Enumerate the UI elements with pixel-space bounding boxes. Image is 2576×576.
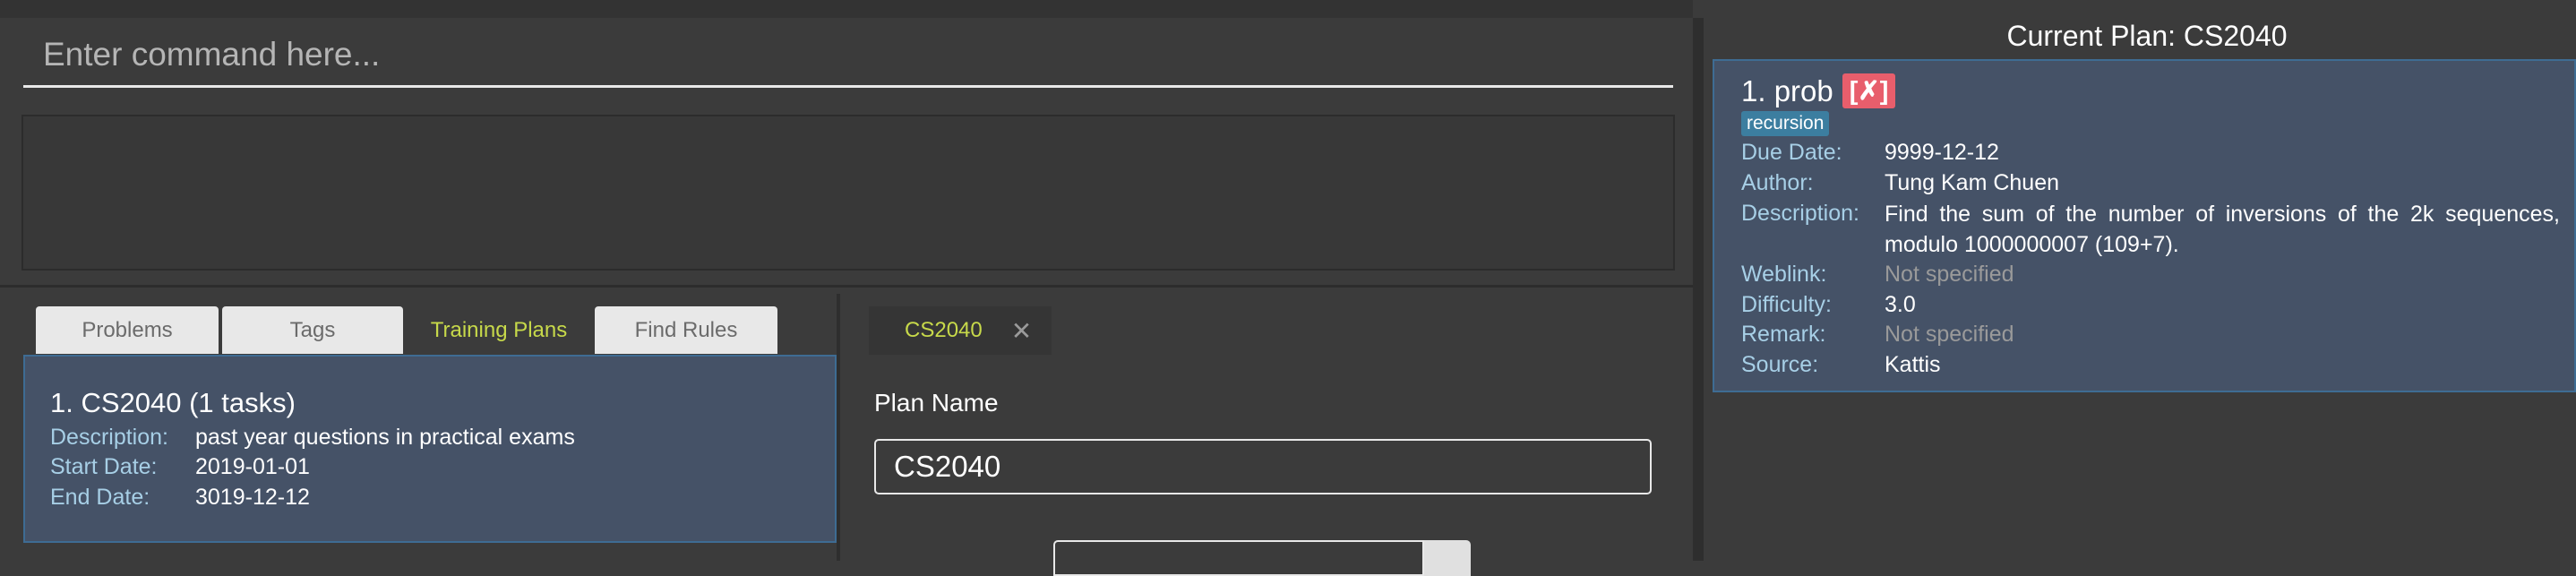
tab-label: Training Plans xyxy=(430,317,568,342)
problem-title-row: 1. prob [✗] xyxy=(1741,73,1896,108)
description-value: Find the sum of the number of inversions… xyxy=(1885,202,2560,257)
source-value: Kattis xyxy=(1885,352,1941,377)
tab-training-plans[interactable]: Training Plans xyxy=(407,306,591,354)
tab-tags[interactable]: Tags xyxy=(222,306,403,354)
command-input[interactable] xyxy=(23,23,1673,88)
current-plan-title: Current Plan: CS2040 xyxy=(2006,20,2288,52)
tag-chip: recursion xyxy=(1741,111,1830,136)
author-value: Tung Kam Chuen xyxy=(1885,170,2060,195)
source-label: Source: xyxy=(1741,352,1819,377)
date-picker-field[interactable] xyxy=(1053,540,1424,576)
due-date-label: Due Date: xyxy=(1741,140,1842,165)
tab-label: Tags xyxy=(289,317,336,342)
weblink-value: Not specified xyxy=(1885,262,2014,287)
plan-start-label: Start Date: xyxy=(50,454,158,479)
tab-label: CS2040 xyxy=(905,318,983,342)
result-display xyxy=(21,115,1675,271)
plan-description-value: past year questions in practical exams xyxy=(195,425,575,450)
remark-label: Remark: xyxy=(1741,322,1826,347)
tab-label: Find Rules xyxy=(634,317,738,342)
problem-title: 1. prob xyxy=(1741,73,1833,107)
split-pane-divider[interactable] xyxy=(837,294,840,561)
plan-end-label: End Date: xyxy=(50,485,150,510)
plan-end-value: 3019-12-12 xyxy=(195,485,310,510)
panel-divider[interactable] xyxy=(1693,18,1704,561)
difficulty-label: Difficulty: xyxy=(1741,292,1832,317)
difficulty-value: 3.0 xyxy=(1885,292,1916,317)
description-label: Description: xyxy=(1741,201,1859,226)
menu-bar xyxy=(0,0,1693,20)
close-icon[interactable]: ✕ xyxy=(1011,316,1032,346)
tab-plan-detail[interactable]: CS2040 ✕ xyxy=(869,306,1052,355)
plan-description-label: Description: xyxy=(50,425,168,450)
tab-problems[interactable]: Problems xyxy=(36,306,219,354)
remark-value: Not specified xyxy=(1885,322,2014,347)
due-date-value: 9999-12-12 xyxy=(1885,140,1999,165)
plan-name-label: Plan Name xyxy=(874,389,999,417)
weblink-label: Weblink: xyxy=(1741,262,1827,287)
author-label: Author: xyxy=(1741,170,1814,195)
calendar-icon[interactable] xyxy=(1424,540,1471,576)
tab-label: Problems xyxy=(82,317,173,342)
plan-start-value: 2019-01-01 xyxy=(195,454,310,479)
not-solved-mark: [✗] xyxy=(1842,73,1896,108)
plan-name-field[interactable] xyxy=(874,439,1652,494)
plan-item-title: 1. CS2040 (1 tasks) xyxy=(50,387,296,418)
tab-find-rules[interactable]: Find Rules xyxy=(595,306,777,354)
